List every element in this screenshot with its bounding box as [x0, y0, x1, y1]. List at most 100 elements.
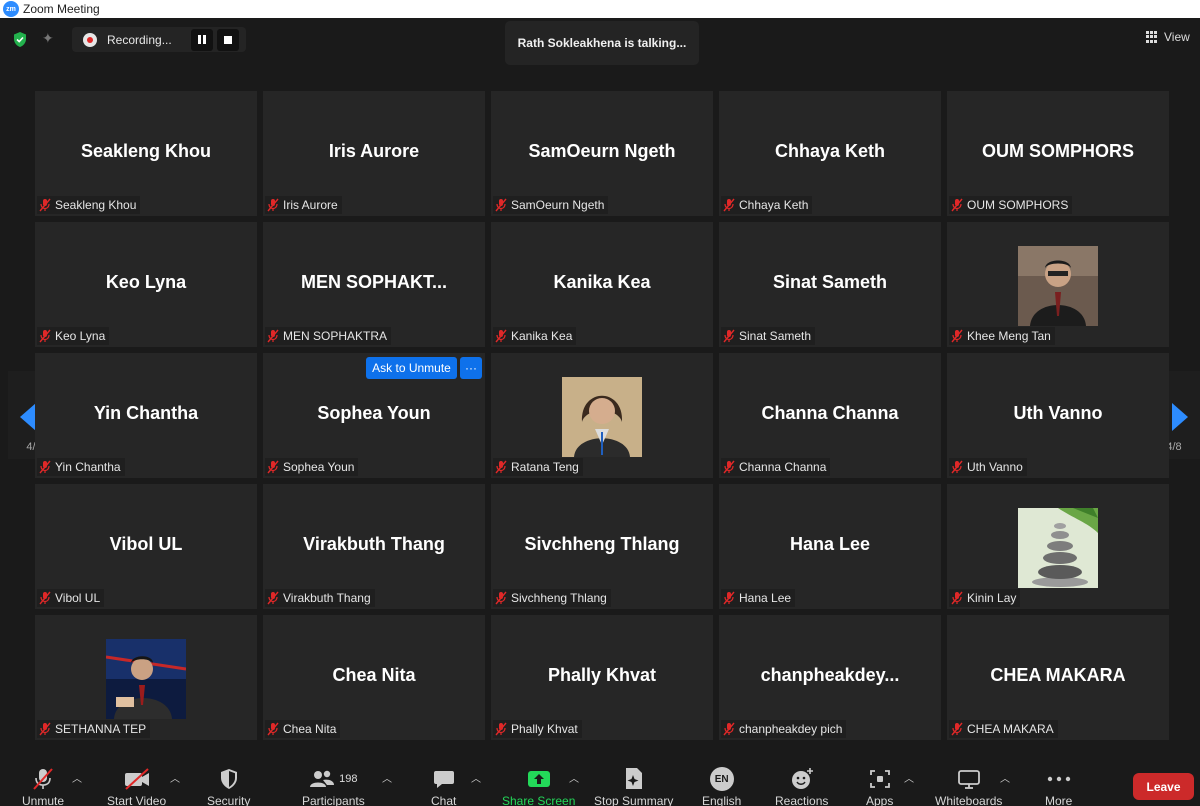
participant-tile[interactable]: Virakbuth Thang Virakbuth Thang: [263, 484, 485, 609]
participant-name-label: Uth Vanno: [967, 460, 1023, 474]
muted-mic-icon: [39, 591, 51, 605]
participant-tile[interactable]: Yin Chantha Yin Chantha: [35, 353, 257, 478]
whiteboards-button[interactable]: Whiteboards: [935, 766, 1002, 806]
participant-name-label: Hana Lee: [739, 591, 792, 605]
pause-recording-button[interactable]: [191, 28, 213, 51]
participant-name-label: Khee Meng Tan: [967, 329, 1051, 343]
participant-tile[interactable]: Khee Meng Tan: [947, 222, 1169, 347]
participant-name-tag: Uth Vanno: [949, 458, 1027, 476]
participant-tile[interactable]: Sinat Sameth Sinat Sameth: [719, 222, 941, 347]
muted-mic-icon: [951, 460, 963, 474]
participant-display-name: Sivchheng Thlang: [524, 534, 680, 554]
participant-tile[interactable]: Chea Nita Chea Nita: [263, 615, 485, 740]
chat-bubble-icon: [433, 771, 454, 788]
muted-mic-icon: [723, 329, 735, 343]
apps-button[interactable]: Apps: [866, 766, 893, 806]
participant-tile[interactable]: CHEA MAKARA CHEA MAKARA: [947, 615, 1169, 740]
smiley-plus-icon: [791, 768, 813, 789]
participant-name-label: chanpheakdey pich: [739, 722, 843, 736]
participant-tile[interactable]: Sivchheng Thlang Sivchheng Thlang: [491, 484, 713, 609]
share-screen-label: Share Screen: [502, 794, 576, 806]
view-button[interactable]: View: [1146, 30, 1190, 44]
participant-name-tag: Vibol UL: [37, 589, 105, 607]
participant-tile[interactable]: Channa Channa Channa Channa: [719, 353, 941, 478]
participant-tile[interactable]: Vibol UL Vibol UL: [35, 484, 257, 609]
reactions-button[interactable]: Reactions: [775, 766, 828, 806]
muted-mic-icon: [39, 329, 51, 343]
participant-tile[interactable]: Kinin Lay: [947, 484, 1169, 609]
stop-recording-button[interactable]: [217, 28, 239, 51]
start-video-button[interactable]: Start Video: [107, 766, 166, 806]
participant-name-tag: chanpheakdey pich: [721, 720, 847, 738]
muted-mic-icon: [495, 460, 507, 474]
grid-view-icon: [1146, 31, 1158, 43]
participant-display-name: Uth Vanno: [1013, 403, 1103, 423]
participant-tile[interactable]: Keo Lyna Keo Lyna: [35, 222, 257, 347]
participant-tile[interactable]: Seakleng Khou Seakleng Khou: [35, 91, 257, 216]
participant-tile[interactable]: Hana Lee Hana Lee: [719, 484, 941, 609]
participants-options-chevron-icon[interactable]: ︿: [382, 770, 392, 785]
participants-button[interactable]: 198 Participants: [302, 766, 365, 806]
participant-photo: [1018, 508, 1098, 588]
apps-icon: [869, 770, 890, 788]
participant-tile[interactable]: SETHANNA TEP: [35, 615, 257, 740]
participant-tile[interactable]: MEN SOPHAKT... MEN SOPHAKTRA: [263, 222, 485, 347]
window-title: Zoom Meeting: [23, 2, 100, 16]
muted-mic-icon: [951, 722, 963, 736]
share-options-chevron-icon[interactable]: ︿: [569, 770, 579, 785]
encryption-shield-icon[interactable]: [12, 31, 28, 48]
participant-tile[interactable]: Phally Khvat Phally Khvat: [491, 615, 713, 740]
arrow-right-icon: [1172, 403, 1188, 431]
participant-tile[interactable]: Sophea Youn Sophea Youn Ask to Unmute ···: [263, 353, 485, 478]
ask-to-unmute-button[interactable]: Ask to Unmute: [366, 357, 457, 379]
whiteboards-options-chevron-icon[interactable]: ︿: [1000, 770, 1010, 785]
participant-name-label: SamOeurn Ngeth: [511, 198, 605, 212]
arrow-left-icon: [20, 403, 36, 431]
participant-display-name: Phally Khvat: [547, 665, 657, 685]
muted-mic-icon: [39, 722, 51, 736]
participant-name-label: Sophea Youn: [283, 460, 355, 474]
participant-display-name: chanpheakdey...: [760, 665, 900, 685]
security-button[interactable]: Security: [207, 766, 250, 806]
audio-options-chevron-icon[interactable]: ︿: [72, 770, 82, 785]
participant-display-name: Hana Lee: [789, 534, 871, 554]
muted-mic-icon: [39, 460, 51, 474]
stop-summary-label: Stop Summary: [594, 794, 674, 806]
tile-more-options-button[interactable]: ···: [460, 357, 482, 379]
participant-tile[interactable]: OUM SOMPHORS OUM SOMPHORS: [947, 91, 1169, 216]
chat-options-chevron-icon[interactable]: ︿: [471, 770, 481, 785]
participant-name-tag: Sophea Youn: [265, 458, 359, 476]
participant-display-name: Virakbuth Thang: [303, 534, 445, 554]
participant-display-name: Keo Lyna: [105, 272, 187, 292]
stop-summary-button[interactable]: Stop Summary: [594, 766, 673, 806]
participant-tile[interactable]: chanpheakdey... chanpheakdey pich: [719, 615, 941, 740]
participant-name-tag: Kanika Kea: [493, 327, 577, 345]
video-options-chevron-icon[interactable]: ︿: [170, 770, 180, 785]
participant-tile[interactable]: Ratana Teng: [491, 353, 713, 478]
interpretation-language-button[interactable]: EN English: [702, 766, 741, 806]
ai-companion-icon[interactable]: ✦: [42, 30, 58, 48]
muted-mic-icon: [495, 198, 507, 212]
participant-tile[interactable]: Chhaya Keth Chhaya Keth: [719, 91, 941, 216]
participant-name-tag: Sinat Sameth: [721, 327, 816, 345]
participant-tile[interactable]: Kanika Kea Kanika Kea: [491, 222, 713, 347]
participant-name-tag: CHEA MAKARA: [949, 720, 1058, 738]
participant-tile[interactable]: SamOeurn Ngeth SamOeurn Ngeth: [491, 91, 713, 216]
unmute-button[interactable]: Unmute: [22, 766, 64, 806]
apps-options-chevron-icon[interactable]: ︿: [904, 770, 914, 785]
participant-tile[interactable]: Uth Vanno Uth Vanno: [947, 353, 1169, 478]
share-screen-button[interactable]: Share Screen: [502, 766, 575, 806]
whiteboards-label: Whiteboards: [935, 794, 1003, 806]
participant-name-label: Keo Lyna: [55, 329, 106, 343]
participant-name-label: OUM SOMPHORS: [967, 198, 1069, 212]
more-button[interactable]: More: [1045, 766, 1072, 806]
participant-tile[interactable]: Iris Aurore Iris Aurore: [263, 91, 485, 216]
participant-name-label: Sivchheng Thlang: [511, 591, 607, 605]
chat-button[interactable]: Chat: [431, 766, 456, 806]
participant-name-tag: Iris Aurore: [265, 196, 342, 214]
reactions-label: Reactions: [775, 794, 829, 806]
meeting-toolbar: Unmute ︿ Start Video ︿ Security 198 Part…: [0, 752, 1200, 806]
leave-button[interactable]: Leave: [1133, 773, 1194, 800]
participant-name-tag: Chhaya Keth: [721, 196, 813, 214]
more-dots-icon: [1047, 776, 1070, 782]
